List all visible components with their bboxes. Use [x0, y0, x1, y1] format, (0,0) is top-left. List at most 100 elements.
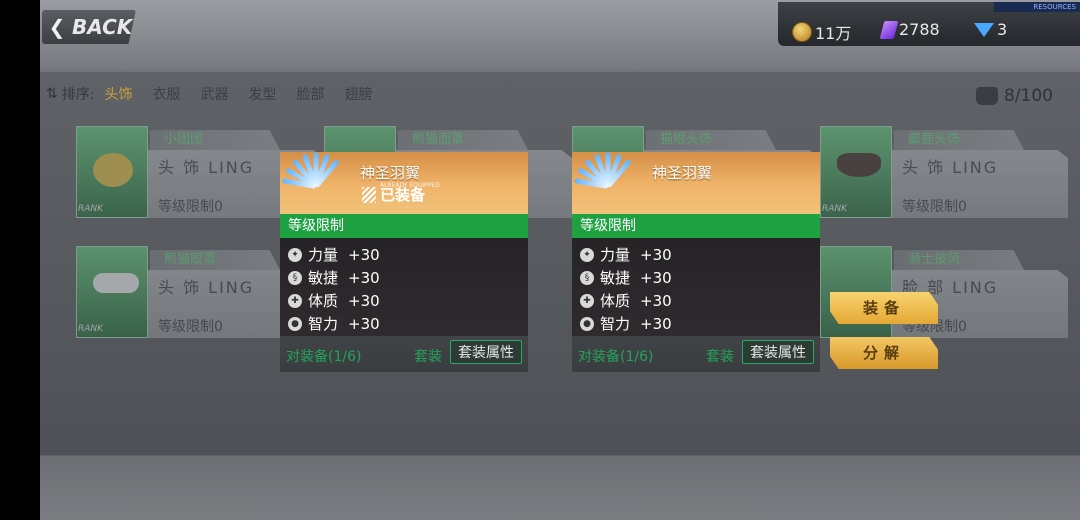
back-arrow-icon: ❮ [48, 15, 66, 39]
equipped-label: 已装备 [380, 186, 426, 204]
item-name-tag: 骑士披风 [894, 250, 1024, 270]
stat-value: +30 [640, 291, 672, 310]
stat-value: +30 [640, 268, 672, 287]
stat-strength: ✦ 力量 +30 [580, 244, 672, 265]
item-name-tag: 猫眼头饰 [646, 130, 776, 150]
antler-headband-icon [837, 153, 881, 177]
intelligence-icon: ● [288, 316, 302, 331]
stat-label: 敏捷 [308, 269, 339, 287]
stat-label: 智力 [600, 315, 631, 333]
bag-count: 8/100 [1004, 86, 1053, 106]
item-type: 头 饰 LING [158, 278, 255, 297]
diamond-amount: 3 [997, 20, 1008, 39]
tab-clothes[interactable]: 衣服 [152, 84, 180, 104]
stat-label: 力量 [600, 246, 631, 264]
stat-value: +30 [348, 291, 380, 310]
item-name: 神圣羽翼 [652, 164, 713, 182]
stat-value: +30 [348, 268, 380, 287]
constitution-icon: ✚ [288, 293, 302, 308]
stat-constitution: ✚ 体质 +30 [288, 290, 380, 311]
item-rank: RANK [78, 204, 104, 214]
item-name: 神圣羽翼 [360, 164, 421, 182]
holy-wing-icon [282, 152, 346, 212]
stats-panel: ✦ 力量 +30 § 敏捷 +30 ✚ 体质 +30 ● 智力 +30 [280, 238, 528, 336]
gold-amount: 11万 [815, 24, 852, 43]
yellow-creature-icon [93, 153, 133, 187]
equipped-badge: 已装备 [362, 184, 425, 205]
stat-intelligence: ● 智力 +30 [580, 313, 672, 334]
gold-resource: 11万 [792, 20, 851, 44]
agility-icon: § [288, 270, 302, 285]
agility-icon: § [580, 270, 594, 285]
item-name-tag: 麋鹿头饰 [894, 130, 1024, 150]
resource-bar: RESOURCES 11万 2788 3 [778, 2, 1080, 46]
set-attributes-button[interactable]: 套装属性 [742, 340, 814, 364]
set-prop-label: 套装 [706, 349, 734, 365]
tab-hairstyle[interactable]: 发型 [248, 84, 276, 104]
equip-button[interactable]: 装备 [830, 292, 938, 324]
strength-icon: ✦ [580, 247, 594, 262]
bag-capacity: 8/100 [976, 86, 1053, 106]
stat-value: +30 [348, 245, 380, 264]
constitution-icon: ✚ [580, 293, 594, 308]
item-requirement: 等级限制0 [158, 319, 223, 335]
tab-weapons[interactable]: 武器 [200, 84, 228, 104]
tooltip-footer: 对装备(1/6) 套装 套装属性 [280, 336, 528, 372]
tooltip-footer: 对装备(1/6) 套装 套装属性 [572, 336, 820, 372]
resource-strip: RESOURCES [994, 2, 1080, 12]
item-requirement: 等级限制0 [902, 199, 967, 215]
game-screen: ❮ BACK RESOURCES 11万 2788 3 ⇅ 排序: 头饰 衣服 … [40, 0, 1080, 520]
stat-strength: ✦ 力量 +30 [288, 244, 380, 265]
stat-value: +30 [640, 314, 672, 333]
sort-label: 排序: [61, 87, 95, 103]
tooltip-header: 神圣羽翼 ALREADY EQUIPPED 已装备 [280, 152, 528, 214]
sort-icon[interactable]: ⇅ [46, 86, 58, 102]
item-type: 头 饰 LING [902, 158, 999, 177]
stat-agility: § 敏捷 +30 [580, 267, 672, 288]
stats-panel: ✦ 力量 +30 § 敏捷 +30 ✚ 体质 +30 ● 智力 +30 [572, 238, 820, 336]
diamond-icon [974, 22, 994, 37]
item-tooltip-equipped: 神圣羽翼 ALREADY EQUIPPED 已装备 等级限制 ✦ 力量 +30 § 敏… [280, 152, 528, 372]
bag-icon [976, 87, 998, 105]
stat-intelligence: ● 智力 +30 [288, 313, 380, 334]
back-button[interactable]: ❮ BACK [42, 10, 136, 44]
back-label: BACK [72, 15, 133, 39]
item-tooltip: 神圣羽翼 等级限制 ✦ 力量 +30 § 敏捷 +30 ✚ 体质 +30 ● 智力 +30 对装… [572, 152, 820, 372]
crystal-resource: 2788 [879, 20, 940, 39]
purple-crystal-icon [879, 20, 899, 39]
stat-value: +30 [348, 314, 380, 333]
intelligence-icon: ● [580, 316, 594, 331]
equipped-stripes-icon [362, 186, 376, 203]
strength-icon: ✦ [288, 247, 302, 262]
filter-row: ⇅ 排序: 头饰 衣服 武器 发型 脸部 翅膀 [46, 84, 392, 104]
item-requirement: 等级限制0 [158, 199, 223, 215]
item-rank: RANK [822, 204, 848, 214]
stat-label: 力量 [308, 246, 339, 264]
item-type: 头 饰 LING [158, 158, 255, 177]
item-rank: RANK [78, 324, 104, 334]
set-progress: 对装备(1/6) [578, 349, 654, 365]
level-limit-bar: 等级限制 [572, 214, 820, 238]
diamond-resource: 3 [974, 20, 1007, 39]
panda-eyemask-icon [93, 273, 139, 293]
stat-label: 体质 [308, 292, 339, 310]
item-card[interactable]: 麋鹿头饰 头 饰 LING 等级限制0 RANK [820, 126, 1068, 218]
set-progress: 对装备(1/6) [286, 349, 362, 365]
holy-wing-icon [574, 152, 638, 212]
gold-coin-icon [792, 22, 812, 42]
crystal-amount: 2788 [899, 20, 940, 39]
level-limit-bar: 等级限制 [280, 214, 528, 238]
tab-headwear[interactable]: 头饰 [104, 84, 132, 104]
item-name-tag: 熊猫面罩 [398, 130, 528, 150]
item-name-tag: 小团团 [150, 130, 280, 150]
tab-wings[interactable]: 翅膀 [344, 84, 372, 104]
stat-label: 敏捷 [600, 269, 631, 287]
tab-face[interactable]: 脸部 [296, 84, 324, 104]
stat-value: +30 [640, 245, 672, 264]
stat-label: 体质 [600, 292, 631, 310]
set-prop-label: 套装 [414, 349, 442, 365]
stat-constitution: ✚ 体质 +30 [580, 290, 672, 311]
decompose-button[interactable]: 分解 [830, 337, 938, 369]
stat-label: 智力 [308, 315, 339, 333]
set-attributes-button[interactable]: 套装属性 [450, 340, 522, 364]
